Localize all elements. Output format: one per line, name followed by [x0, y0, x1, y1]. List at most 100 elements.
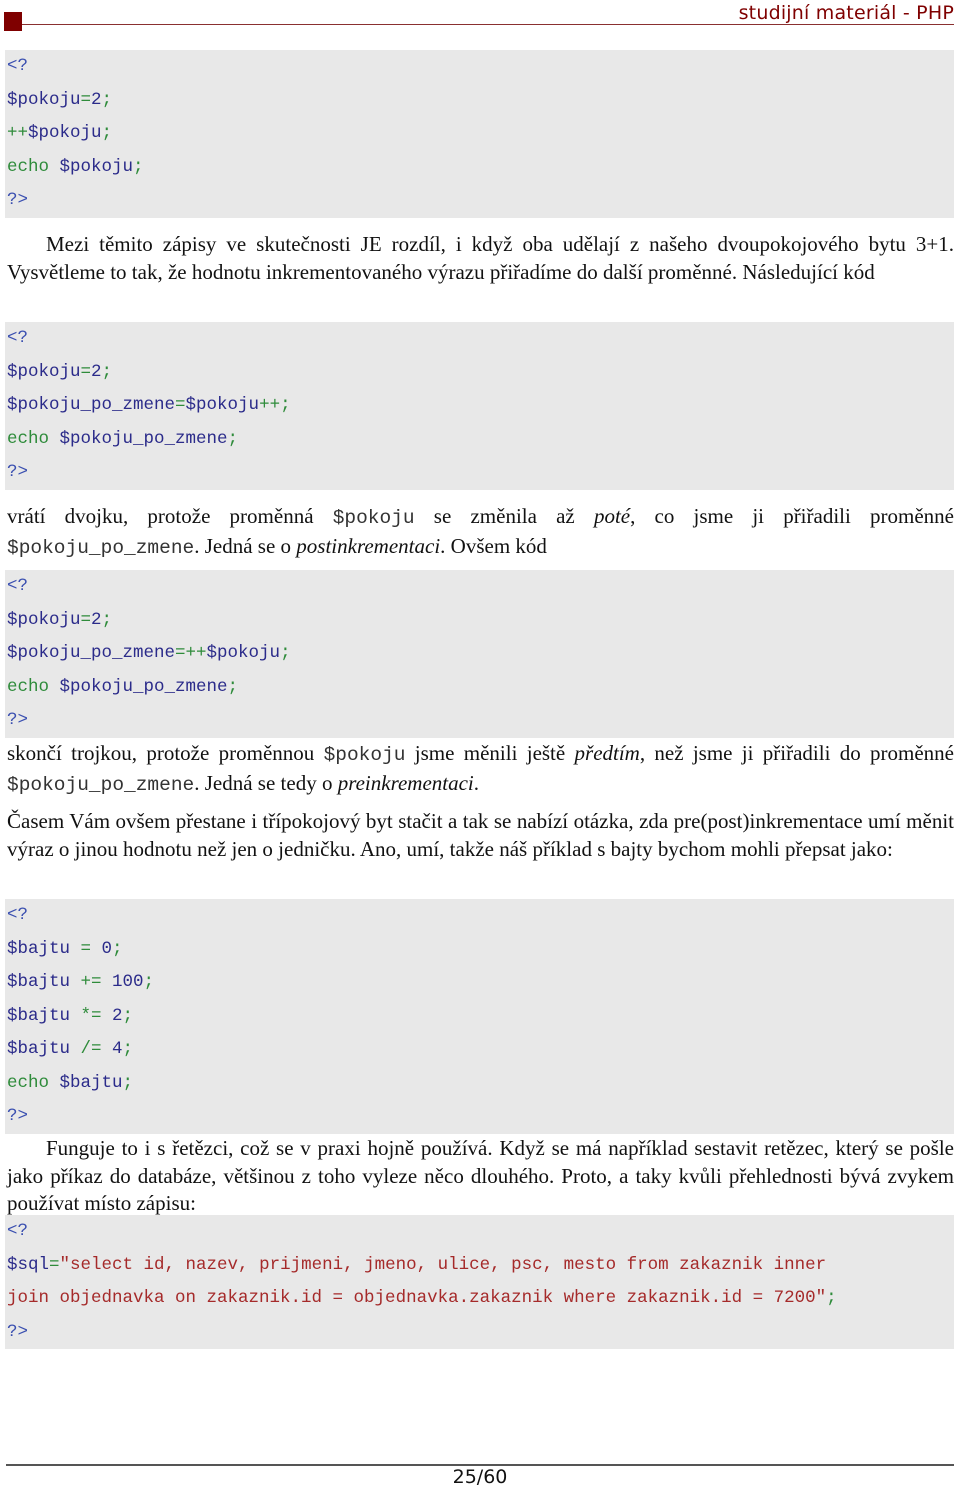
document-title: studijní materiál - PHP [738, 2, 954, 24]
code-token-op: ; [280, 643, 291, 663]
code-token-var: $pokoju [7, 609, 81, 630]
code-line: $pokoju=2; [5, 604, 954, 638]
code-line: ?> [5, 704, 954, 738]
code-token-op: ; [101, 361, 113, 382]
code-token-op: ; [101, 89, 113, 110]
code-line: echo $pokoju_po_zmene; [5, 423, 954, 457]
code-line: <? [5, 50, 954, 84]
code-token-kw: echo [7, 156, 50, 177]
code-token-var: $pokoju_po_zmene [49, 428, 228, 449]
code-line: <? [5, 322, 954, 356]
code-token-num: 2 [91, 609, 102, 630]
text-run: vrátí dvojku, protože proměnná [7, 504, 333, 528]
code-token-op: ; [122, 1005, 134, 1026]
code-line: $pokoju=2; [5, 356, 954, 390]
code-token-tag: <? [7, 576, 29, 596]
text-run: , co jsme ji přiřadili proměnné [630, 504, 954, 528]
code-block-compound-assignment: <? $bajtu = 0; $bajtu += 100; $bajtu *= 2; $… [5, 899, 954, 1134]
code-token-op: *= [80, 1005, 102, 1026]
text-run: . Ovšem kód [440, 533, 547, 558]
paragraph-text: Funguje to i s řetězci, což se v praxi h… [7, 1136, 954, 1215]
paragraph-strings: Funguje to i s řetězci, což se v praxi h… [7, 1135, 954, 1218]
code-token-tag: ?> [7, 710, 29, 730]
text-run: . Jedná se o [194, 533, 297, 558]
code-line: $bajtu = 0; [5, 933, 954, 967]
code-token-op: = [175, 395, 186, 415]
code-token-var: $pokoju_po_zmene [7, 643, 176, 663]
code-line: echo $pokoju; [5, 151, 954, 185]
emphasis: postinkrementaci [296, 533, 441, 558]
inline-code: $pokoju [332, 507, 415, 529]
code-line: $bajtu *= 2; [5, 1000, 954, 1034]
code-token-op: /= [80, 1039, 102, 1059]
code-token-tag: ?> [7, 190, 29, 210]
code-token-var: $pokoju [185, 395, 260, 415]
text-run: . [473, 770, 480, 795]
code-token-str: join objednavka on zakaznik.id = objedna… [7, 1288, 827, 1308]
code-token-op: ; [122, 1072, 134, 1093]
text-run: , než jsme ji přiřadili do proměnné [639, 741, 954, 765]
text-run: . Jedná se tedy o [194, 770, 338, 795]
code-line: ?> [5, 456, 954, 490]
emphasis: poté [593, 504, 631, 528]
code-token-op: = [80, 89, 92, 110]
code-token-tag: <? [7, 1221, 29, 1241]
code-token-var: $pokoju_po_zmene [49, 676, 228, 697]
code-token-tag: <? [7, 905, 29, 925]
code-line: $pokoju_po_zmene=++$pokoju; [5, 637, 954, 671]
code-token-op: ; [122, 1039, 134, 1059]
code-block-preincrement-simple: <? $pokoju=2; ++$pokoju; echo $pokoju; ?> [5, 50, 954, 218]
code-token-tag: <? [7, 56, 29, 76]
code-token-op: ; [112, 938, 123, 959]
code-token-op: = [80, 609, 92, 630]
code-token-kw: echo [7, 428, 50, 449]
code-token-op: ++; [259, 395, 291, 415]
code-line: <? [5, 899, 954, 933]
code-token-op: ; [227, 428, 239, 449]
code-token-op: ; [826, 1288, 837, 1308]
code-line: <? [5, 570, 954, 604]
code-line: $sql="select id, nazev, prijmeni, jmeno,… [5, 1249, 954, 1283]
code-line: ++$pokoju; [5, 117, 954, 151]
code-token-kw: echo [7, 676, 50, 697]
inline-code: $pokoju [323, 744, 406, 766]
code-token-op: = [80, 361, 92, 382]
code-token-op: ; [133, 156, 144, 177]
code-token-var: $pokoju [7, 361, 81, 382]
emphasis: předtím [574, 741, 640, 765]
code-token-num: 2 [91, 89, 102, 110]
code-token-op: = [49, 1254, 60, 1275]
code-line: $pokoju_po_zmene=$pokoju++; [5, 389, 954, 423]
code-line: $pokoju=2; [5, 84, 954, 118]
code-token-var: $bajtu [7, 972, 81, 992]
code-token-var: $bajtu [7, 1039, 81, 1059]
code-token-tag: ?> [7, 1321, 29, 1342]
code-line: ?> [5, 1316, 954, 1350]
paragraph-postincrement: vrátí dvojku, protože proměnná $pokoju s… [7, 503, 954, 562]
code-token-tag: <? [7, 328, 29, 348]
page-header: studijní materiál - PHP [0, 0, 960, 40]
code-token-op: ++ [7, 123, 29, 143]
code-token-op: =++ [175, 643, 207, 663]
code-token-tag: ?> [7, 462, 29, 482]
code-token-op: += [80, 972, 102, 992]
inline-code: $pokoju_po_zmene [7, 536, 195, 559]
code-line: ?> [5, 184, 954, 218]
code-line: echo $pokoju_po_zmene; [5, 671, 954, 705]
header-accent-square [4, 12, 22, 31]
code-line: echo $bajtu; [5, 1067, 954, 1101]
code-token-num: 2 [101, 1005, 123, 1026]
paragraph-text: Mezi těmito zápisy ve skutečnosti JE roz… [7, 232, 954, 284]
header-rule [22, 24, 954, 25]
code-token-var: $bajtu [7, 938, 81, 959]
code-line: ?> [5, 1100, 954, 1134]
code-line: join objednavka on zakaznik.id = objedna… [5, 1282, 954, 1316]
code-token-var: $bajtu [7, 1005, 81, 1026]
paragraph-explanation: Mezi těmito zápisy ve skutečnosti JE roz… [7, 231, 954, 286]
text-run: skončí trojkou, protože proměnnou [7, 741, 324, 765]
code-token-var: $pokoju [28, 123, 102, 143]
text-run: se změnila až [414, 504, 594, 528]
code-line: <? [5, 1215, 954, 1249]
code-token-var: $pokoju [206, 643, 281, 663]
emphasis: preinkrementaci [337, 770, 474, 795]
